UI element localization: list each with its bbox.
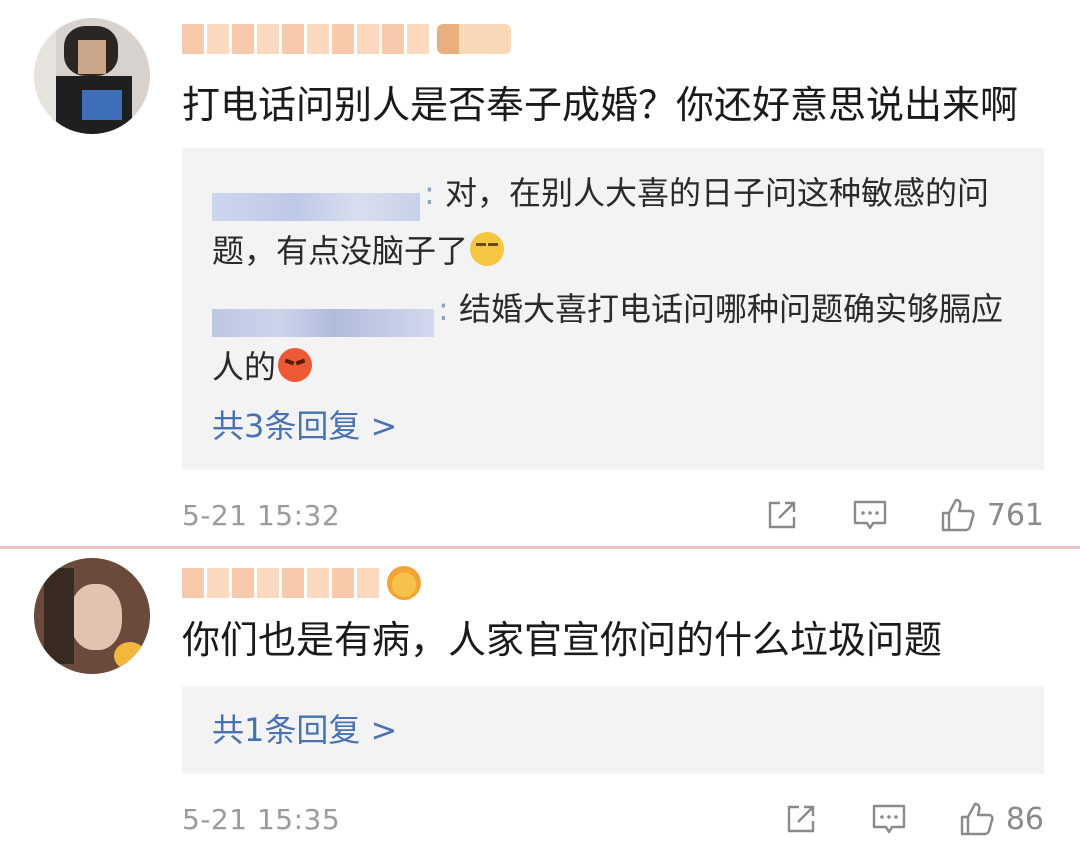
comment-text: 你们也是有病，人家官宣你问的什么垃圾问题 (182, 618, 943, 662)
comment-actions: 86 (782, 800, 1044, 838)
view-replies-link[interactable]: 共3条回复 > (212, 404, 397, 448)
comment-feed: 打电话问别人是否奉子成婚？你还好意思说出来啊 : 对，在别人大喜的日子问这种敏感… (0, 0, 1080, 845)
like-icon (960, 802, 994, 836)
comment-button[interactable] (851, 496, 889, 534)
like-button[interactable]: 86 (958, 800, 1044, 838)
reply-author-blurred[interactable] (212, 297, 434, 337)
username-blurred[interactable] (182, 566, 421, 600)
comment-icon (872, 804, 906, 834)
comment-icon (853, 500, 886, 530)
crown-badge-icon (387, 566, 421, 600)
timestamp: 5-21 15:35 (182, 802, 341, 836)
comment-footer: 5-21 15:32 761 (182, 493, 1044, 537)
share-button[interactable] (763, 496, 801, 534)
reply-item: : 结婚大喜打电话问哪种问题确实够膈应人的 (212, 290, 1003, 386)
like-count: 761 (986, 497, 1044, 533)
share-button[interactable] (782, 800, 820, 838)
angry-emoji-icon (278, 348, 313, 382)
view-replies-link[interactable]: 共1条回复 > (212, 708, 397, 752)
comment-actions: 761 (763, 496, 1044, 534)
like-count: 86 (1005, 801, 1044, 837)
like-button[interactable]: 761 (939, 496, 1044, 534)
timestamp: 5-21 15:32 (182, 498, 341, 532)
divider (0, 546, 1080, 549)
reply-preview-box[interactable]: 共1条回复 > (182, 686, 1044, 774)
comment-item: 你们也是有病，人家官宣你问的什么垃圾问题 共1条回复 > 5-21 15:35 (0, 0, 1080, 837)
avatar[interactable] (34, 558, 150, 674)
comment-button[interactable] (870, 800, 908, 838)
like-icon (941, 498, 975, 532)
share-icon (787, 805, 815, 833)
blurred-name (182, 568, 379, 598)
share-icon (768, 501, 795, 529)
comment-footer: 5-21 15:35 86 (182, 797, 1044, 841)
